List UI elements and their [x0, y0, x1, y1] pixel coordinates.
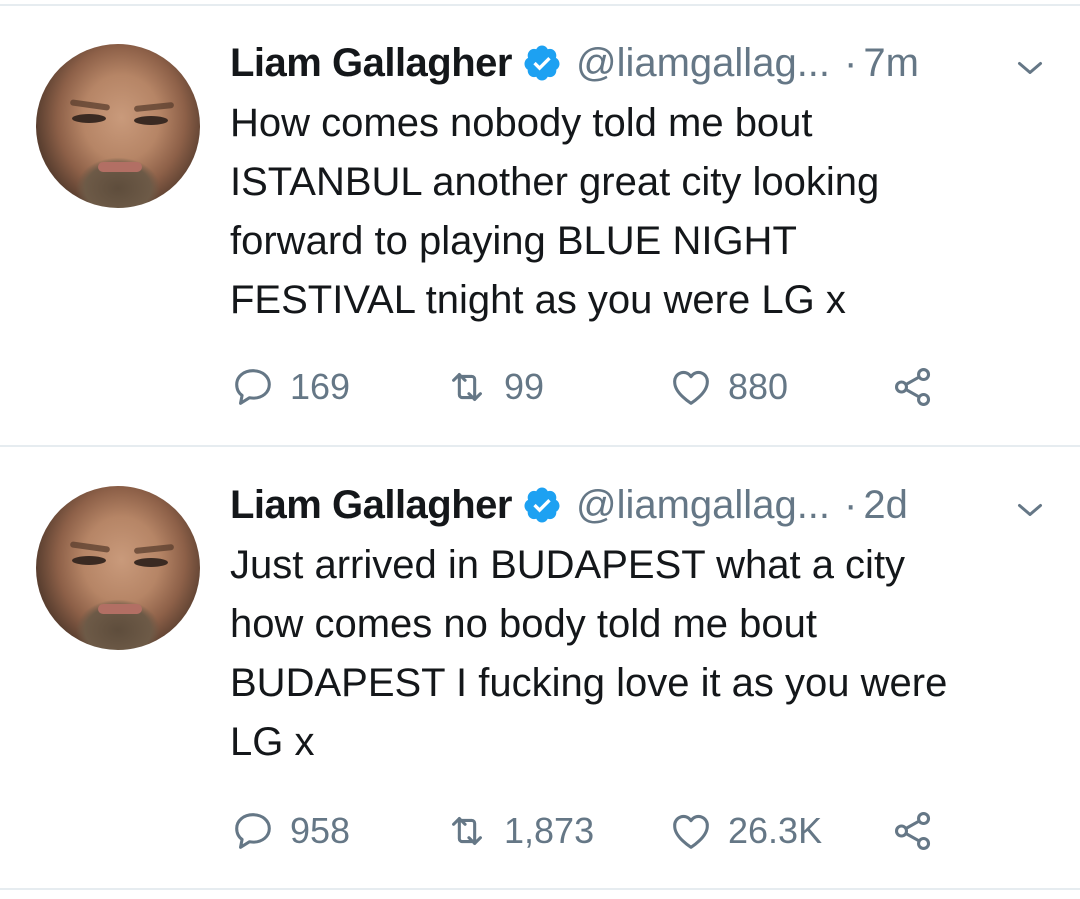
- share-button[interactable]: [890, 362, 936, 412]
- retweet-count: 1,873: [504, 810, 595, 851]
- separator-dot: ·: [844, 482, 858, 527]
- share-icon: [894, 812, 931, 850]
- tweet-text-line: FESTIVAL tnight as you were LG x: [230, 278, 846, 322]
- caret-down-icon[interactable]: [1012, 492, 1048, 528]
- reply-count: 169: [290, 366, 351, 407]
- avatar[interactable]: [36, 44, 200, 208]
- like-count: 880: [728, 366, 789, 407]
- like-button[interactable]: 880: [668, 362, 788, 412]
- retweet-icon: [452, 817, 482, 845]
- reply-button[interactable]: 169: [230, 362, 350, 412]
- retweet-button[interactable]: 1,873: [444, 806, 594, 856]
- tweet-text-line: LG x: [230, 720, 315, 764]
- caret-down-icon[interactable]: [1012, 50, 1048, 86]
- tweet-text-line: How comes nobody told me bout: [230, 101, 813, 145]
- tweet-header: Liam Gallagher @liamgallag... · 2d: [230, 480, 1050, 530]
- author-handle[interactable]: @liamgallag...: [576, 483, 830, 528]
- retweet-button[interactable]: 99: [444, 362, 544, 412]
- tweet-header: Liam Gallagher @liamgallag... · 7m: [230, 38, 1050, 88]
- tweet-actions: 958 1,873 26.3K: [230, 806, 1030, 856]
- tweet-text-line: Just arrived in BUDAPEST what a city: [230, 543, 906, 587]
- timestamp[interactable]: 2d: [863, 483, 908, 528]
- separator-dot: ·: [844, 40, 858, 85]
- verified-badge-icon: [524, 487, 560, 523]
- author-name[interactable]: Liam Gallagher: [230, 41, 512, 86]
- retweet-icon: [452, 373, 482, 401]
- like-button[interactable]: 26.3K: [668, 806, 822, 856]
- tweet-text: Just arrived in BUDAPEST what a city how…: [230, 536, 1030, 772]
- reply-button[interactable]: 958: [230, 806, 350, 856]
- avatar[interactable]: [36, 486, 200, 650]
- share-icon: [894, 368, 931, 406]
- like-icon: [673, 814, 709, 849]
- like-icon: [673, 370, 709, 405]
- reply-icon: [235, 369, 271, 405]
- retweet-count: 99: [504, 366, 545, 407]
- reply-icon: [235, 813, 271, 849]
- tweet-actions: 169 99 880: [230, 362, 1030, 412]
- share-button[interactable]: [890, 806, 936, 856]
- tweet[interactable]: Liam Gallagher @liamgallag... · 7m How c…: [0, 0, 1080, 440]
- tweet[interactable]: Liam Gallagher @liamgallag... · 2d Just …: [0, 442, 1080, 882]
- reply-count: 958: [290, 810, 351, 851]
- tweet-text-line: forward to playing BLUE NIGHT: [230, 219, 797, 263]
- author-handle[interactable]: @liamgallag...: [576, 41, 830, 86]
- tweet-text-line: BUDAPEST I fucking love it as you were: [230, 661, 948, 705]
- tweet-text: How comes nobody told me bout ISTANBUL a…: [230, 94, 1030, 330]
- like-count: 26.3K: [728, 810, 823, 851]
- author-name[interactable]: Liam Gallagher: [230, 483, 512, 528]
- verified-badge-icon: [524, 45, 560, 81]
- tweet-text-line: how comes no body told me bout: [230, 602, 818, 646]
- bottom-divider: [0, 888, 1080, 890]
- tweet-text-line: ISTANBUL another great city looking: [230, 160, 880, 204]
- timestamp[interactable]: 7m: [863, 41, 919, 86]
